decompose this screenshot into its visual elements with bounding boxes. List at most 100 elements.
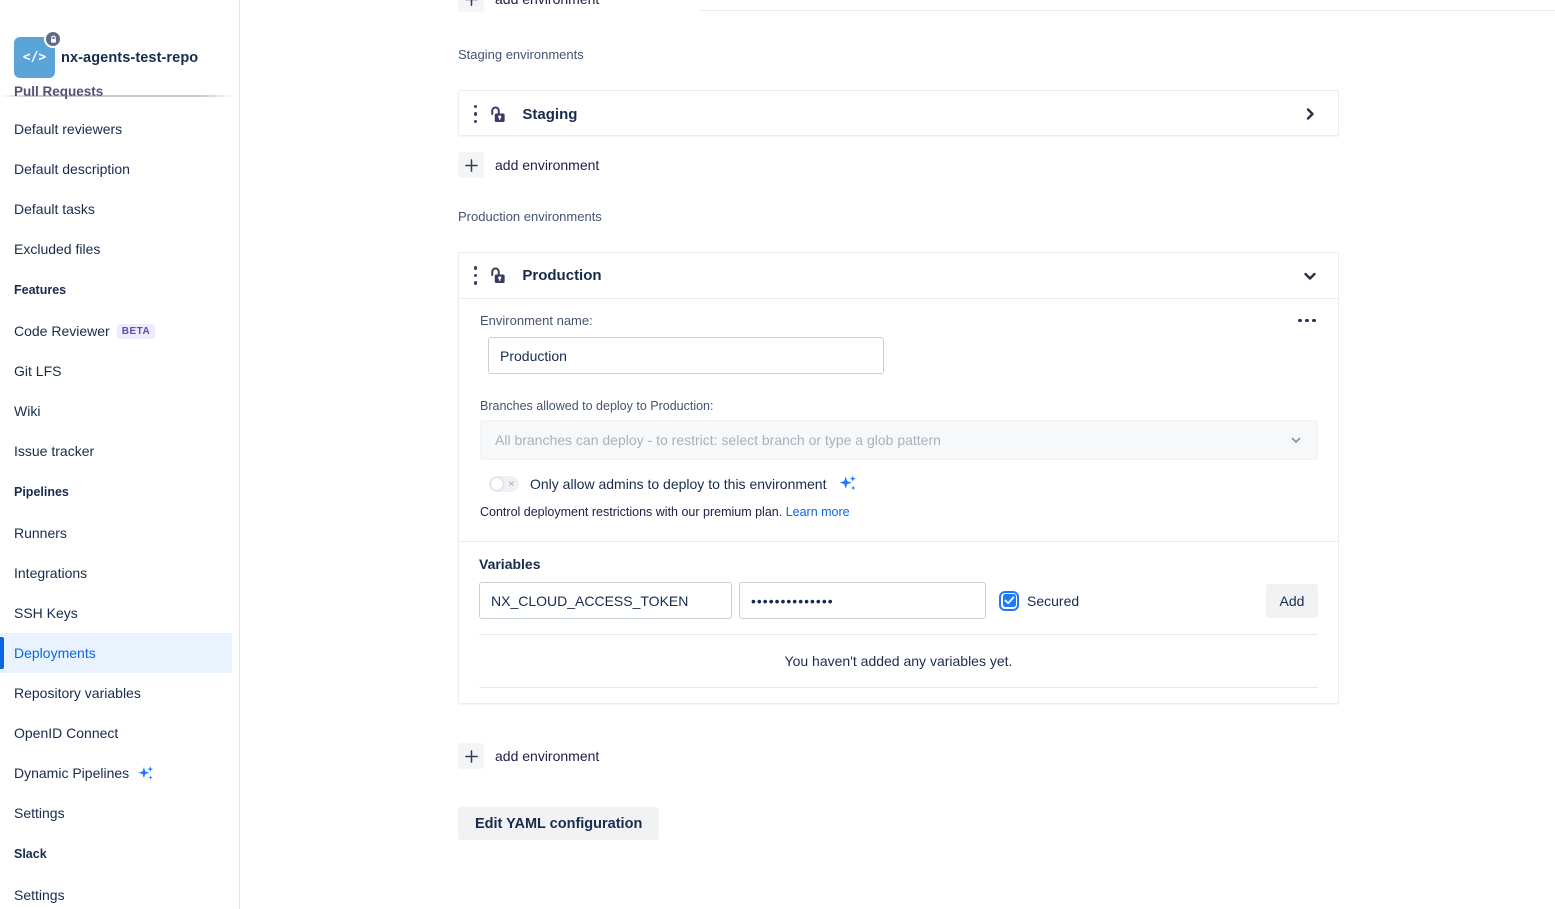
environment-name-input[interactable]: [488, 337, 884, 374]
sidebar-item-label: Excluded files: [14, 241, 100, 257]
secured-label: Secured: [1027, 593, 1079, 609]
scrolled-content-divider: [700, 10, 1555, 11]
add-variable-button[interactable]: Add: [1266, 584, 1318, 618]
variable-value-input[interactable]: [739, 582, 986, 619]
secured-checkbox[interactable]: [999, 591, 1019, 611]
sidebar-item-default-reviewers[interactable]: Default reviewers: [0, 109, 232, 149]
branches-allowed-label: Branches allowed to deploy to Production…: [480, 399, 1318, 413]
sidebar-section-slack: Slack: [0, 833, 232, 875]
environment-name-label: Environment name:: [480, 313, 593, 328]
lock-icon: [49, 35, 58, 44]
sidebar-item-deployments[interactable]: Deployments: [0, 633, 232, 673]
secured-checkbox-group[interactable]: Secured: [999, 591, 1079, 611]
environment-name: Production: [522, 267, 601, 284]
production-section-label: Production environments: [458, 209, 602, 224]
private-repo-badge: [44, 30, 62, 48]
sidebar-item-label: Dynamic Pipelines: [14, 765, 129, 781]
chevron-down-icon: [1289, 433, 1303, 447]
checkmark-icon: [1003, 594, 1016, 607]
sidebar-nav: Default reviewers Default description De…: [0, 109, 232, 909]
drag-handle-icon[interactable]: [471, 101, 480, 128]
add-environment-label: add environment: [495, 748, 599, 764]
sidebar-item-label: Default tasks: [14, 201, 95, 217]
add-environment-button-production[interactable]: add environment: [458, 743, 599, 769]
sidebar-item-ssh-keys[interactable]: SSH Keys: [0, 593, 232, 633]
sidebar-item-slack-settings[interactable]: Settings: [0, 875, 232, 909]
sidebar-item-label: Issue tracker: [14, 443, 94, 459]
sidebar-scroll-divider: [0, 95, 234, 97]
deployments-settings-page: </> nx-agents-test-repo Pull Requests De…: [0, 0, 1555, 909]
sidebar-item-issue-tracker[interactable]: Issue tracker: [0, 431, 232, 471]
branches-select-placeholder: All branches can deploy - to restrict: s…: [495, 432, 941, 448]
beta-badge: BETA: [117, 324, 155, 339]
more-options-icon[interactable]: [1296, 315, 1318, 327]
sidebar-section-features: Features: [0, 269, 232, 311]
sidebar-section-pipelines: Pipelines: [0, 471, 232, 513]
repo-title: nx-agents-test-repo: [61, 50, 198, 66]
unlock-icon: [487, 265, 508, 286]
admins-only-label: Only allow admins to deploy to this envi…: [530, 476, 826, 492]
sidebar-divider: [239, 0, 240, 909]
learn-more-link[interactable]: Learn more: [786, 505, 850, 519]
production-environment-header[interactable]: Production: [459, 253, 1338, 299]
staging-environment-card: Staging: [458, 90, 1339, 136]
sidebar-item-label: Deployments: [14, 645, 96, 661]
divider: [479, 687, 1318, 688]
sidebar-item-default-tasks[interactable]: Default tasks: [0, 189, 232, 229]
sidebar-item-runners[interactable]: Runners: [0, 513, 232, 553]
sidebar-item-code-reviewer[interactable]: Code Reviewer BETA: [0, 311, 232, 351]
add-environment-button-test[interactable]: add environment: [458, 0, 599, 12]
add-variable-form: Secured Add: [479, 582, 1318, 619]
sidebar-item-default-description[interactable]: Default description: [0, 149, 232, 189]
staging-section-label: Staging environments: [458, 47, 584, 62]
repo-header-link[interactable]: </> nx-agents-test-repo: [14, 37, 198, 78]
chevron-down-icon[interactable]: [1300, 266, 1320, 286]
sidebar-item-label: Default description: [14, 161, 130, 177]
variables-empty-text: You haven't added any variables yet.: [479, 653, 1318, 669]
sidebar-item-integrations[interactable]: Integrations: [0, 553, 232, 593]
sidebar-item-excluded-files[interactable]: Excluded files: [0, 229, 232, 269]
plus-icon: [458, 743, 484, 769]
sidebar-item-label: Settings: [14, 887, 65, 903]
sidebar-item-label: Runners: [14, 525, 67, 541]
sidebar-item-settings[interactable]: Settings: [0, 793, 232, 833]
sidebar-item-label: Git LFS: [14, 363, 61, 379]
premium-plan-text: Control deployment restrictions with our…: [480, 505, 782, 519]
sparkle-icon: [837, 473, 858, 494]
production-environment-card: Production Environment name: Branches al…: [458, 252, 1339, 704]
toggle-off-icon: ×: [508, 478, 514, 489]
repo-avatar: </>: [14, 37, 55, 78]
sidebar-item-git-lfs[interactable]: Git LFS: [0, 351, 232, 391]
sidebar-item-wiki[interactable]: Wiki: [0, 391, 232, 431]
add-environment-button-staging[interactable]: add environment: [458, 152, 599, 178]
sidebar-item-label: Integrations: [14, 565, 87, 581]
sparkle-icon: [136, 764, 155, 783]
environment-name: Staging: [522, 106, 577, 123]
toggle-knob: [491, 478, 503, 490]
edit-yaml-configuration-button[interactable]: Edit YAML configuration: [458, 807, 659, 840]
admins-only-toggle[interactable]: ×: [489, 476, 519, 492]
staging-environment-header[interactable]: Staging: [459, 91, 1338, 137]
chevron-right-icon[interactable]: [1300, 104, 1320, 124]
add-environment-label: add environment: [495, 157, 599, 173]
sidebar-item-label: Repository variables: [14, 685, 141, 701]
sidebar-item-label: Wiki: [14, 403, 40, 419]
code-icon: </>: [23, 50, 46, 65]
sidebar: </> nx-agents-test-repo Pull Requests De…: [0, 0, 232, 909]
plus-icon: [458, 152, 484, 178]
branches-select[interactable]: All branches can deploy - to restrict: s…: [480, 420, 1318, 460]
variable-name-input[interactable]: [479, 582, 732, 619]
drag-handle-icon[interactable]: [471, 262, 480, 289]
sidebar-item-label: OpenID Connect: [14, 725, 118, 741]
sidebar-item-label: Code Reviewer: [14, 323, 110, 339]
sidebar-item-dynamic-pipelines[interactable]: Dynamic Pipelines: [0, 753, 232, 793]
sidebar-item-label: Default reviewers: [14, 121, 122, 137]
production-environment-body: Environment name: Branches allowed to de…: [459, 299, 1338, 541]
unlock-icon: [487, 104, 508, 125]
sidebar-item-openid-connect[interactable]: OpenID Connect: [0, 713, 232, 753]
add-environment-label: add environment: [495, 0, 599, 7]
sidebar-item-repository-variables[interactable]: Repository variables: [0, 673, 232, 713]
plus-icon: [458, 0, 484, 12]
sidebar-item-label: Settings: [14, 805, 65, 821]
variables-title: Variables: [479, 556, 1318, 572]
